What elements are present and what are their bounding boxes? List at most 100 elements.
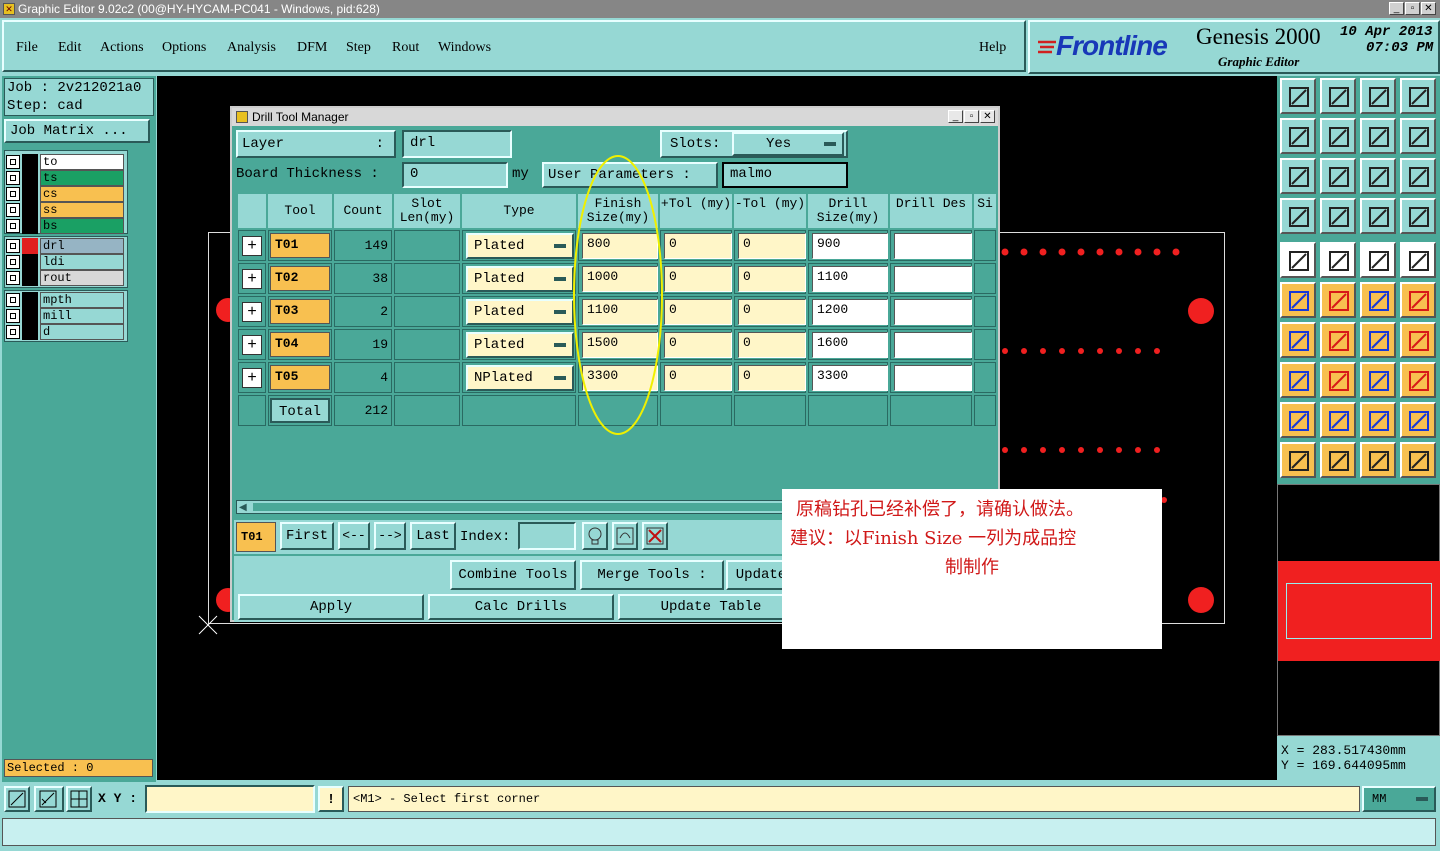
measure-span-icon[interactable] <box>1360 362 1396 398</box>
layer-checkbox[interactable] <box>6 203 20 217</box>
plus-tol-input[interactable]: 0 <box>664 365 732 391</box>
drill-size-input[interactable]: 3300 <box>812 365 888 391</box>
menu-options[interactable]: Options <box>162 40 206 56</box>
drill-size-input[interactable]: 1200 <box>812 299 888 325</box>
layer-row[interactable]: d <box>6 324 124 340</box>
units-select[interactable]: MM <box>1362 786 1436 812</box>
layer-color-swatch[interactable] <box>22 292 38 308</box>
type-select[interactable]: Plated <box>466 233 574 259</box>
ruler-icon[interactable] <box>1360 242 1396 278</box>
type-select[interactable]: Plated <box>466 332 574 358</box>
drill-des-input[interactable] <box>894 233 972 259</box>
lightbulb-icon[interactable] <box>582 522 608 550</box>
tool-button[interactable]: T05 <box>270 365 330 390</box>
arc-icon[interactable] <box>1360 322 1396 358</box>
previous-button[interactable]: <-- <box>338 522 370 550</box>
alert-icon[interactable]: ! <box>318 786 344 812</box>
node-icon[interactable] <box>1280 282 1316 318</box>
line-add-icon[interactable] <box>1360 282 1396 318</box>
drill-size-input[interactable]: 1600 <box>812 332 888 358</box>
layer-row[interactable]: mpth <box>6 292 124 308</box>
net-icon[interactable] <box>1400 442 1436 478</box>
measure-icon[interactable] <box>34 786 64 812</box>
sort-icon[interactable] <box>612 522 638 550</box>
load-icon[interactable] <box>1280 78 1316 114</box>
layer-color-swatch[interactable] <box>22 186 38 202</box>
minus-tol-input[interactable]: 0 <box>738 299 806 325</box>
layer-color-swatch[interactable] <box>22 170 38 186</box>
drill-size-input[interactable]: 1100 <box>812 266 888 292</box>
plus-tol-input[interactable]: 0 <box>664 266 732 292</box>
layer-checkbox[interactable] <box>6 155 20 169</box>
menu-step[interactable]: Step <box>346 40 371 56</box>
layer-color-swatch[interactable] <box>22 324 38 340</box>
zoom-center-icon[interactable] <box>1320 158 1356 194</box>
drill-des-input[interactable] <box>894 266 972 292</box>
index-input[interactable] <box>518 522 576 550</box>
pan-left-icon[interactable] <box>1280 118 1316 154</box>
pad-icon[interactable] <box>1280 242 1316 278</box>
dot-select-icon[interactable] <box>1400 242 1436 278</box>
layer-row[interactable]: ldi <box>6 254 124 270</box>
layer-row[interactable]: cs <box>6 186 124 202</box>
close-icon[interactable]: ✕ <box>1421 2 1436 15</box>
menu-actions[interactable]: Actions <box>100 40 144 56</box>
pointer-icon[interactable] <box>1280 442 1316 478</box>
layer-checkbox[interactable] <box>6 239 20 253</box>
select-box-icon[interactable] <box>1320 442 1356 478</box>
command-line[interactable] <box>2 818 1436 846</box>
scroll-left-icon[interactable]: ◀ <box>239 502 247 513</box>
menu-file[interactable]: File <box>16 40 38 56</box>
tool-button[interactable]: T01 <box>270 233 330 258</box>
tool-button[interactable]: T04 <box>270 332 330 357</box>
layer-value[interactable]: drl <box>402 130 512 158</box>
expand-icon[interactable]: + <box>242 302 262 322</box>
layer-checkbox[interactable] <box>6 255 20 269</box>
drill-des-input[interactable] <box>894 365 972 391</box>
layer-checkbox[interactable] <box>6 325 20 339</box>
expand-icon[interactable]: + <box>242 236 262 256</box>
minimize-icon[interactable]: _ <box>1389 2 1404 15</box>
type-select[interactable]: Plated <box>466 299 574 325</box>
home-icon[interactable] <box>1360 78 1396 114</box>
layer-row[interactable]: bs <box>6 218 124 234</box>
overview-panel[interactable] <box>1277 484 1440 736</box>
minus-tol-input[interactable]: 0 <box>738 233 806 259</box>
board-thickness-input[interactable]: 0 <box>402 162 508 188</box>
connect-icon[interactable] <box>1400 198 1436 234</box>
layer-checkbox[interactable] <box>6 293 20 307</box>
warning-c-icon[interactable] <box>1400 402 1436 438</box>
minus-tol-input[interactable]: 0 <box>738 365 806 391</box>
layer-checkbox[interactable] <box>6 309 20 323</box>
drill-des-input[interactable] <box>894 332 972 358</box>
menu-dfm[interactable]: DFM <box>297 40 327 56</box>
layer-row[interactable]: to <box>6 154 124 170</box>
layer-row[interactable]: ss <box>6 202 124 218</box>
rotate-icon[interactable] <box>1400 118 1436 154</box>
layer-color-swatch[interactable] <box>22 270 38 286</box>
apply-button[interactable]: Apply <box>238 594 424 620</box>
triangle-icon[interactable] <box>1280 402 1316 438</box>
layer-row[interactable]: mill <box>6 308 124 324</box>
pan-right-icon[interactable] <box>1320 118 1356 154</box>
zoom-fit-icon[interactable] <box>4 786 30 812</box>
scrollbar-thumb[interactable] <box>253 503 793 511</box>
layer-row[interactable]: ts <box>6 170 124 186</box>
delete-icon[interactable] <box>642 522 668 550</box>
cross-icon[interactable] <box>1320 282 1356 318</box>
tool-button[interactable]: T03 <box>270 299 330 324</box>
menu-windows[interactable]: Windows <box>438 40 491 56</box>
snap-icon[interactable] <box>1360 198 1396 234</box>
combine-tools-button[interactable]: Combine Tools <box>450 560 576 590</box>
help-icon[interactable] <box>1400 158 1436 194</box>
type-select[interactable]: Plated <box>466 266 574 292</box>
type-select[interactable]: NPlated <box>466 365 574 391</box>
diagonal-icon[interactable] <box>1320 322 1356 358</box>
save-icon[interactable] <box>1320 78 1356 114</box>
angle-icon[interactable] <box>1280 322 1316 358</box>
grid-icon[interactable] <box>66 786 92 812</box>
layer-row[interactable]: drl <box>6 238 124 254</box>
plus-tol-input[interactable]: 0 <box>664 233 732 259</box>
warning-a-icon[interactable] <box>1320 402 1356 438</box>
layer-color-swatch[interactable] <box>22 254 38 270</box>
